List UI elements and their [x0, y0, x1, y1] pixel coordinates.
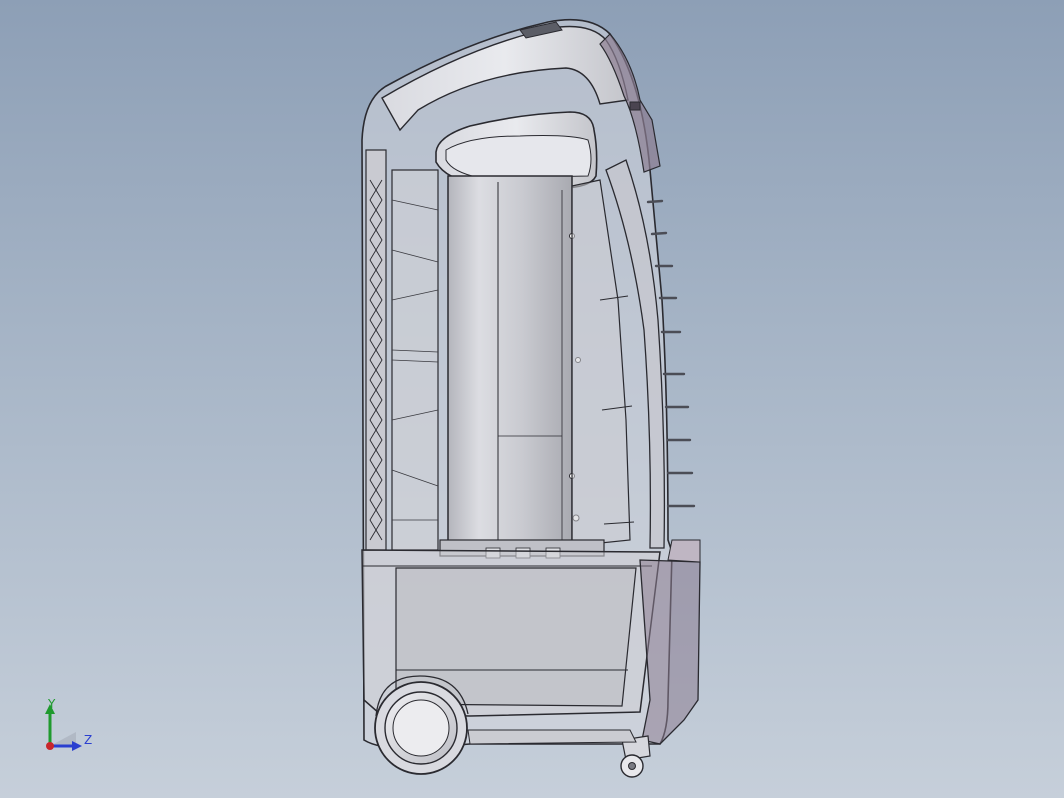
graphics-viewport[interactable]: Y Z [0, 0, 1064, 798]
fan-head-inner [445, 135, 592, 179]
rear-wheel-cap [392, 699, 450, 757]
y-axis-label: Y [48, 697, 56, 711]
front-lower-panel [639, 559, 701, 745]
axis-triad: Y Z [36, 696, 106, 760]
front-step [667, 539, 701, 563]
control-button[interactable] [629, 101, 641, 111]
axis-triad-graphic [45, 704, 82, 751]
z-axis-label: Z [84, 733, 93, 747]
blower-cylinder [447, 175, 573, 547]
front-caster-axle [628, 762, 636, 770]
base-skirt [467, 729, 637, 745]
cad-model[interactable] [0, 0, 1064, 798]
